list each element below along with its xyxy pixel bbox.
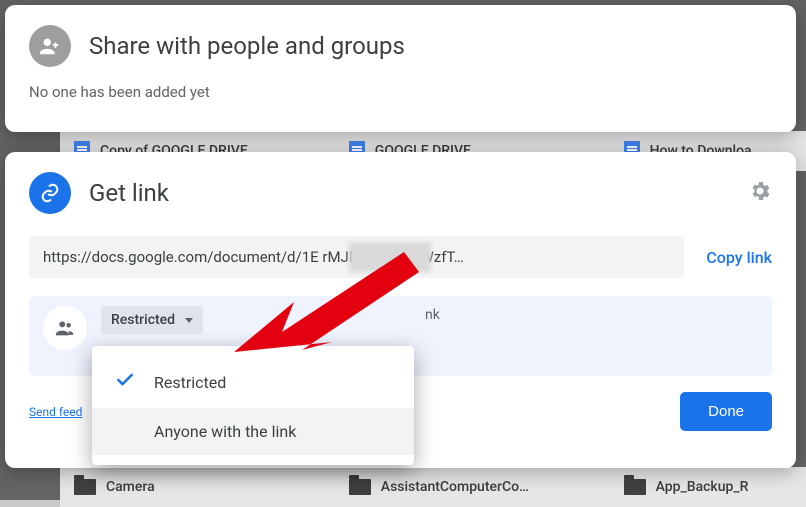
share-card: Share with people and groups No one has … bbox=[5, 5, 796, 132]
bg-file-label: App_Backup_R bbox=[656, 479, 749, 495]
bg-folder: AssistantComputerCo… bbox=[335, 467, 610, 507]
folder-icon bbox=[349, 479, 371, 495]
share-title: Share with people and groups bbox=[89, 32, 405, 60]
copy-link-button[interactable]: Copy link bbox=[706, 248, 772, 267]
dropdown-item-anyone[interactable]: Anyone with the link bbox=[92, 408, 414, 455]
bg-folder: App_Backup_R bbox=[610, 467, 806, 507]
share-url-display[interactable]: https://docs.google.com/document/d/1E rM… bbox=[29, 236, 684, 278]
done-button[interactable]: Done bbox=[680, 392, 772, 431]
check-icon bbox=[114, 370, 136, 394]
link-icon bbox=[29, 172, 71, 214]
link-row: https://docs.google.com/document/d/1E rM… bbox=[29, 236, 772, 278]
bg-file-label: AssistantComputerCo… bbox=[381, 479, 529, 495]
dropdown-item-restricted[interactable]: Restricted bbox=[92, 356, 414, 408]
access-dropdown-trigger[interactable]: Restricted bbox=[101, 306, 203, 334]
getlink-title: Get link bbox=[89, 179, 169, 207]
access-hint-truncated: nk bbox=[425, 307, 440, 323]
access-dropdown-menu: Restricted Anyone with the link bbox=[92, 346, 414, 465]
share-subtitle: No one has been added yet bbox=[29, 83, 772, 101]
bg-file-label: Camera bbox=[106, 479, 155, 495]
folder-icon bbox=[74, 479, 96, 495]
share-header: Share with people and groups bbox=[29, 25, 772, 67]
person-add-icon bbox=[29, 25, 71, 67]
bg-file-row: Camera AssistantComputerCo… App_Backup_R bbox=[0, 467, 806, 507]
chevron-down-icon bbox=[185, 318, 193, 323]
settings-icon[interactable] bbox=[748, 179, 772, 207]
bg-folder: Camera bbox=[60, 467, 335, 507]
dropdown-item-label: Anyone with the link bbox=[154, 422, 296, 441]
folder-icon bbox=[624, 479, 646, 495]
people-icon bbox=[43, 306, 87, 350]
getlink-header: Get link bbox=[29, 172, 772, 214]
redacted-segment bbox=[349, 242, 431, 272]
send-feedback-link[interactable]: Send feed bbox=[29, 405, 82, 419]
access-selected-label: Restricted bbox=[111, 312, 175, 328]
dropdown-item-label: Restricted bbox=[154, 373, 226, 392]
